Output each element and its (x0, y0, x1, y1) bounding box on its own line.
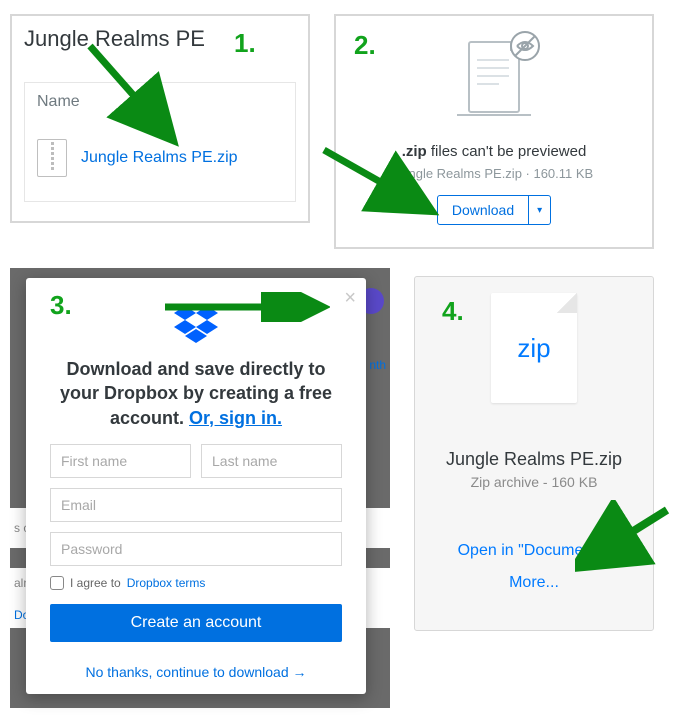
step-label-4: 4. (442, 296, 464, 327)
file-meta: Zip archive - 160 KB (415, 474, 653, 490)
terms-link[interactable]: Dropbox terms (127, 576, 206, 590)
password-field[interactable] (50, 532, 342, 566)
download-button-group: Download ▾ (437, 195, 551, 225)
download-button[interactable]: Download (437, 195, 529, 225)
arrow-annotation-4 (575, 500, 673, 580)
document-no-preview-icon (439, 30, 549, 135)
file-type-icon: zip (491, 293, 577, 403)
step-label-1: 1. (234, 28, 256, 59)
arrow-annotation-2 (316, 140, 446, 230)
first-name-field[interactable] (50, 444, 191, 478)
file-name: Jungle Realms PE.zip (415, 449, 653, 470)
download-dropdown-toggle[interactable]: ▾ (529, 195, 551, 225)
sign-in-link[interactable]: Or, sign in. (189, 408, 282, 428)
create-account-button[interactable]: Create an account (50, 604, 342, 642)
close-icon[interactable]: × (344, 288, 356, 308)
continue-download-link[interactable]: No thanks, continue to download → (50, 664, 342, 680)
panel-signup-modal-backdrop: s ca aln Do nth × Download and save dire… (10, 268, 390, 708)
email-field[interactable] (50, 488, 342, 522)
terms-checkbox[interactable] (50, 576, 64, 590)
modal-heading: Download and save directly to your Dropb… (50, 357, 342, 430)
last-name-field[interactable] (201, 444, 342, 478)
step-label-3: 3. (50, 290, 72, 321)
arrow-annotation-3 (160, 292, 330, 322)
arrow-annotation-1 (80, 36, 200, 156)
signup-modal: × Download and save directly to your Dro… (26, 278, 366, 694)
zip-file-icon (37, 139, 67, 177)
step-label-2: 2. (354, 30, 376, 61)
terms-row: I agree to Dropbox terms (50, 576, 342, 590)
